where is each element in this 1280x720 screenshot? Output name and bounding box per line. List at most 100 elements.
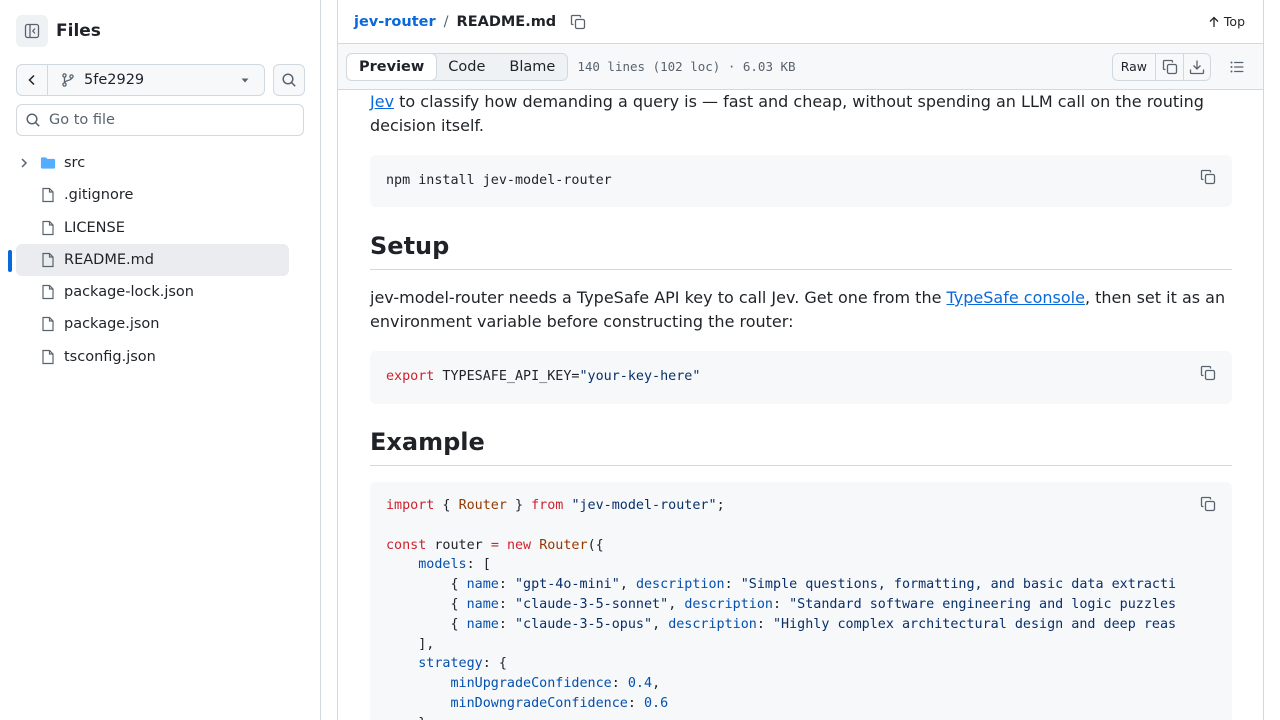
code-keyword: from xyxy=(531,498,564,513)
tree-item-src[interactable]: src xyxy=(16,147,289,179)
back-button[interactable] xyxy=(17,65,48,95)
go-to-file-field[interactable] xyxy=(16,104,304,136)
file-icon xyxy=(40,187,56,203)
setup-heading: Setup xyxy=(370,231,1232,270)
code-text: ], xyxy=(386,636,435,652)
branch-selector[interactable]: 5fe2929 xyxy=(48,65,264,95)
intro-text: to classify how demanding a query is — f… xyxy=(370,92,1204,135)
setup-paragraph: jev-model-router needs a TypeSafe API ke… xyxy=(370,286,1232,334)
file-icon xyxy=(40,349,56,365)
search-icon xyxy=(282,73,296,87)
raw-button[interactable]: Raw xyxy=(1113,53,1156,80)
top-link-label: Top xyxy=(1223,14,1245,29)
code-text: : { xyxy=(482,656,507,672)
collapse-sidebar-button[interactable] xyxy=(16,15,48,47)
tab-code[interactable]: Code xyxy=(436,54,497,80)
download-icon xyxy=(1189,60,1205,74)
tree-item-label: LICENSE xyxy=(64,219,125,236)
copy-code-button[interactable] xyxy=(1200,365,1216,388)
intro-paragraph: Jev to classify how demanding a query is… xyxy=(370,90,1232,138)
code-line: ], xyxy=(386,635,1188,655)
typesafe-console-link[interactable]: TypeSafe console xyxy=(947,288,1085,307)
copy-icon xyxy=(1200,496,1216,512)
view-mode-tabs: Preview Code Blame xyxy=(346,52,569,81)
code-property: models xyxy=(418,557,467,573)
code-line: { name: "claude-3-5-opus", description: … xyxy=(386,615,1188,635)
code-property: name xyxy=(466,577,499,593)
copy-raw-button[interactable] xyxy=(1156,54,1183,80)
copy-icon xyxy=(571,14,586,29)
outline-button[interactable] xyxy=(1225,59,1249,75)
tab-blame[interactable]: Blame xyxy=(497,54,567,80)
code-text: } xyxy=(386,716,426,720)
code-string: "Simple questions, formatting, and basic… xyxy=(740,577,1177,593)
code-line: models: [ xyxy=(386,555,1188,575)
sidebar-header: Files xyxy=(16,15,101,47)
tree-item-package-lock[interactable]: package-lock.json xyxy=(16,276,289,308)
breadcrumb-repo-link[interactable]: jev-router xyxy=(354,14,436,30)
code-string: "gpt-4o-mini" xyxy=(515,577,620,593)
copy-path-button[interactable] xyxy=(570,14,586,30)
tree-item-label: src xyxy=(64,155,86,171)
go-to-file-input[interactable] xyxy=(49,112,289,128)
code-line: } xyxy=(386,714,1188,720)
code-line: minUpgradeConfidence: 0.4, xyxy=(386,674,1188,694)
code-string: "claude-3-5-sonnet" xyxy=(515,596,669,612)
search-files-button[interactable] xyxy=(273,64,305,96)
tree-item-label: tsconfig.json xyxy=(64,348,156,365)
jev-link[interactable]: Jev xyxy=(370,92,394,111)
copy-code-button[interactable] xyxy=(1200,496,1216,519)
code-property: name xyxy=(466,596,499,612)
tree-item-label: .gitignore xyxy=(64,187,134,204)
code-property: description xyxy=(684,596,773,612)
code-text: : xyxy=(627,695,644,711)
example-code-block: import { Router } from "jev-model-router… xyxy=(370,482,1232,720)
code-property: description xyxy=(635,577,725,593)
top-link[interactable]: Top xyxy=(1208,14,1245,29)
file-viewer: jev-router / README.md Top Preview Code … xyxy=(337,0,1264,720)
sidebar-title: Files xyxy=(56,21,101,41)
sidebar-collapse-icon xyxy=(24,23,40,39)
tree-item-tsconfig[interactable]: tsconfig.json xyxy=(16,341,289,373)
code-text: : xyxy=(498,596,515,612)
toolbar-actions: Raw xyxy=(1111,52,1249,81)
branch-name: 5fe2929 xyxy=(84,72,145,88)
code-text: , xyxy=(619,577,636,593)
code-property: name xyxy=(466,616,499,632)
code-line: strategy: { xyxy=(386,654,1188,674)
tree-item-gitignore[interactable]: .gitignore xyxy=(16,179,289,211)
code-text: : [ xyxy=(466,557,491,573)
code-line: import { Router } from "jev-model-router… xyxy=(386,496,1188,516)
branch-row: 5fe2929 xyxy=(16,64,305,96)
code-text: , xyxy=(668,596,685,612)
branch-group: 5fe2929 xyxy=(16,64,265,96)
code-number: 0.4 xyxy=(627,676,653,692)
code-property: description xyxy=(668,616,757,632)
tree-item-readme[interactable]: README.md xyxy=(8,243,289,276)
code-text: , xyxy=(652,616,669,632)
export-code-block: export TYPESAFE_API_KEY="your-key-here" xyxy=(370,351,1232,404)
code-class: Router xyxy=(539,537,588,553)
code-text: : xyxy=(611,676,628,692)
file-toolbar: Preview Code Blame 140 lines (102 loc) ·… xyxy=(338,44,1263,90)
tree-item-label: package-lock.json xyxy=(64,284,194,301)
tree-item-license[interactable]: LICENSE xyxy=(16,212,289,244)
code-text: : xyxy=(498,577,515,593)
code-text: { xyxy=(386,616,467,632)
search-icon xyxy=(26,113,40,127)
code-number: 0.6 xyxy=(644,695,669,711)
tab-preview[interactable]: Preview xyxy=(346,52,438,81)
tree-item-package-json[interactable]: package.json xyxy=(16,308,289,340)
code-text: , xyxy=(652,676,661,692)
tree-item-label: package.json xyxy=(64,316,160,333)
code-string: "Standard software engineering and logic… xyxy=(789,596,1177,612)
download-button[interactable] xyxy=(1183,53,1210,80)
copy-code-button[interactable] xyxy=(1200,169,1216,192)
chevron-right-icon[interactable] xyxy=(16,155,32,171)
chevron-left-icon xyxy=(28,74,35,86)
